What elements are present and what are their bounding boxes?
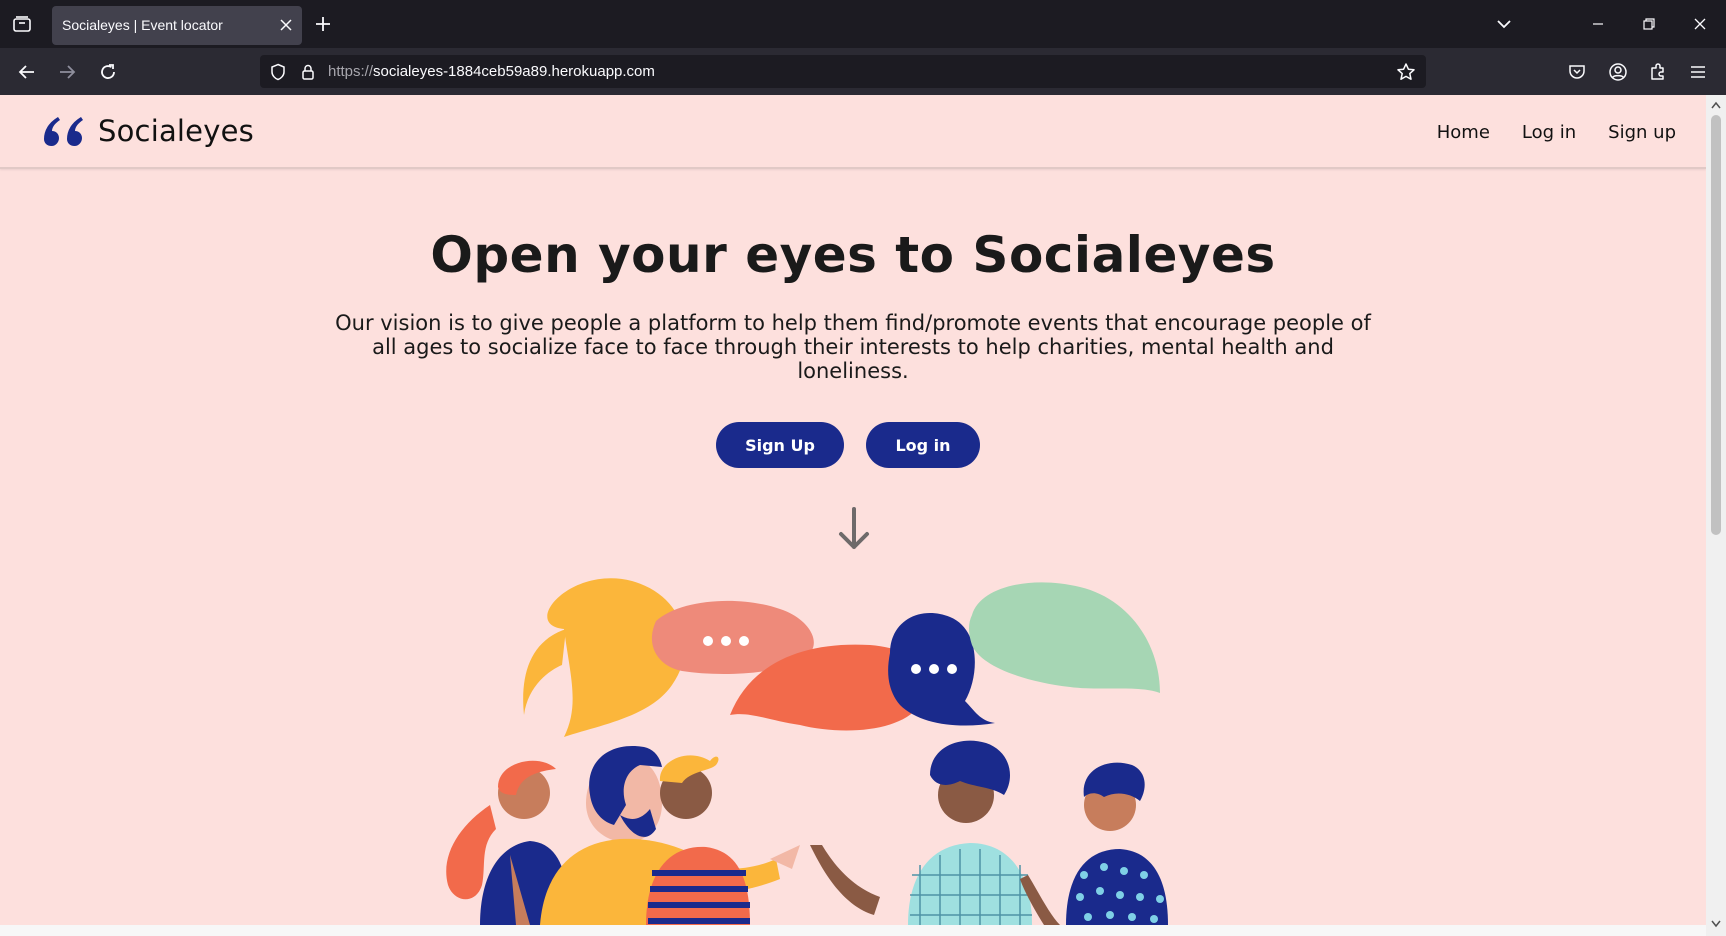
nav-signup[interactable]: Sign up xyxy=(1608,122,1676,143)
scroll-down-icon[interactable] xyxy=(1709,917,1723,931)
bookmark-star-icon[interactable] xyxy=(1396,62,1416,82)
close-window-icon[interactable] xyxy=(1686,10,1714,38)
scroll-up-icon[interactable] xyxy=(1709,98,1723,112)
site-nav: Home Log in Sign up xyxy=(1437,122,1676,143)
horizontal-scroll-area xyxy=(0,925,1706,936)
tab-list-icon[interactable] xyxy=(8,10,36,38)
site-header: Socialeyes Home Log in Sign up xyxy=(0,95,1706,169)
mint-speech-bubble xyxy=(969,582,1160,693)
back-icon[interactable] xyxy=(12,57,42,87)
extensions-icon[interactable] xyxy=(1643,57,1673,87)
people-chatting-illustration xyxy=(446,578,1168,925)
browser-toolbar: https://socialeyes-1884ceb59a89.herokuap… xyxy=(0,48,1726,95)
quote-logo-icon xyxy=(44,117,83,146)
reload-icon[interactable] xyxy=(93,57,123,87)
url-text: https://socialeyes-1884ceb59a89.herokuap… xyxy=(328,63,655,80)
shield-icon[interactable] xyxy=(268,62,288,82)
logo-link[interactable]: Socialeyes xyxy=(40,111,254,151)
browser-tab-bar: Socialeyes | Event locator xyxy=(0,0,1726,48)
nav-login[interactable]: Log in xyxy=(1522,122,1576,143)
scrollbar-thumb[interactable] xyxy=(1711,115,1721,535)
login-button[interactable]: Log in xyxy=(866,422,980,468)
menu-icon[interactable] xyxy=(1683,57,1713,87)
close-tab-icon[interactable] xyxy=(276,15,296,35)
page-viewport: Socialeyes Home Log in Sign up Open your… xyxy=(0,95,1706,925)
list-all-tabs-icon[interactable] xyxy=(1490,10,1518,38)
nav-home[interactable]: Home xyxy=(1437,122,1490,143)
pocket-icon[interactable] xyxy=(1562,57,1592,87)
tab-title: Socialeyes | Event locator xyxy=(62,17,223,33)
yellow-speech-bubble xyxy=(523,629,566,715)
hero-title: Open your eyes to Socialeyes xyxy=(430,226,1276,284)
address-bar[interactable]: https://socialeyes-1884ceb59a89.herokuap… xyxy=(260,55,1426,88)
page-scrollbar[interactable] xyxy=(1706,95,1726,936)
new-tab-icon[interactable] xyxy=(310,11,336,37)
hero-description: Our vision is to give people a platform … xyxy=(335,311,1371,383)
url-host: socialeyes-1884ceb59a89.herokuapp.com xyxy=(373,63,655,80)
restore-icon[interactable] xyxy=(1635,10,1663,38)
account-icon[interactable] xyxy=(1603,57,1633,87)
signup-button[interactable]: Sign Up xyxy=(716,422,844,468)
browser-tab[interactable]: Socialeyes | Event locator xyxy=(52,6,302,45)
forward-icon[interactable] xyxy=(52,57,82,87)
brand-name: Socialeyes xyxy=(98,114,254,148)
url-scheme: https:// xyxy=(328,63,374,80)
minimize-icon[interactable] xyxy=(1584,10,1612,38)
lock-icon[interactable] xyxy=(298,62,318,82)
